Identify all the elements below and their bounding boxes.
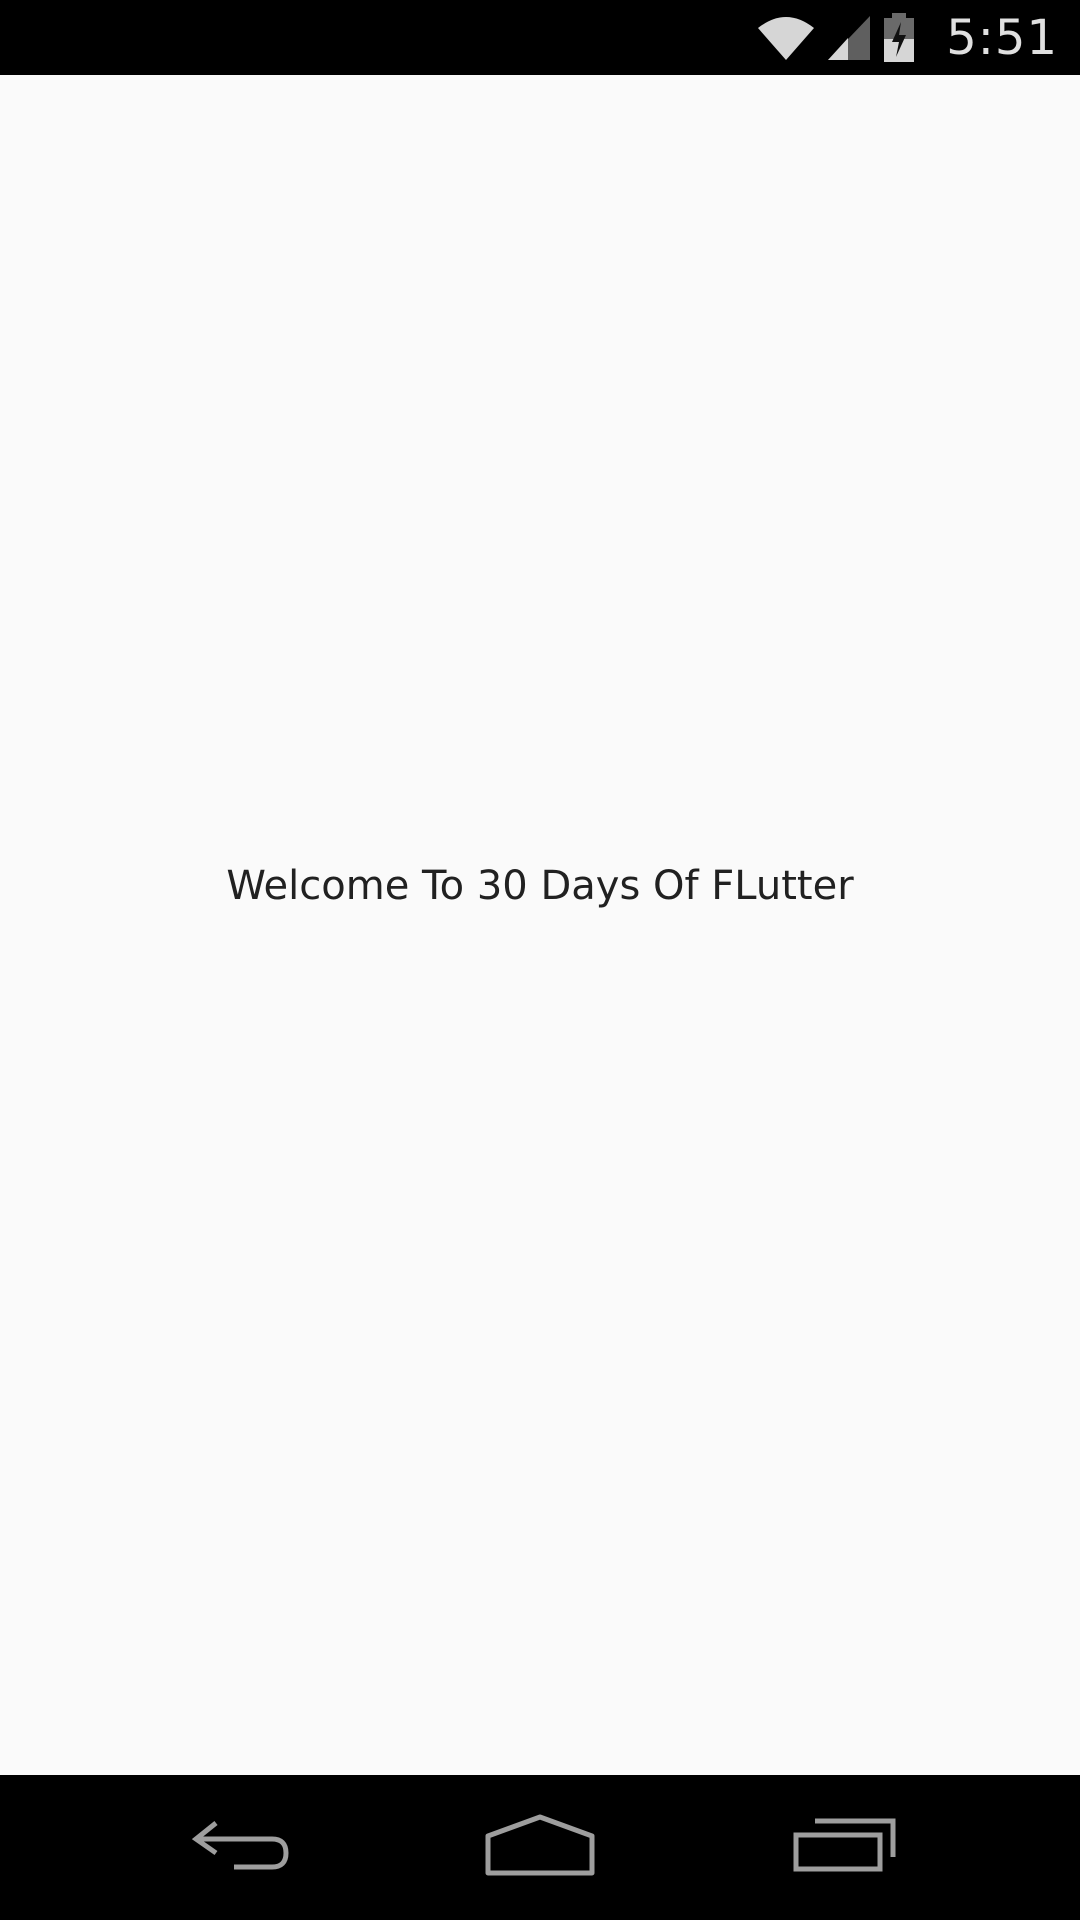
main-content: Welcome To 30 Days Of FLutter <box>0 75 1080 1775</box>
welcome-text: Welcome To 30 Days Of FLutter <box>226 863 854 909</box>
recent-apps-icon <box>793 1817 897 1878</box>
cellular-signal-icon <box>826 14 872 62</box>
status-bar: 5:51 <box>0 0 1080 75</box>
wifi-icon <box>756 14 816 62</box>
back-icon <box>188 1815 292 1880</box>
home-icon <box>485 1814 595 1881</box>
navigation-bar <box>0 1775 1080 1920</box>
back-button[interactable] <box>150 1775 330 1920</box>
battery-charging-icon <box>882 12 916 63</box>
home-button[interactable] <box>450 1775 630 1920</box>
status-icons: 5:51 <box>756 0 1058 75</box>
recent-apps-button[interactable] <box>755 1775 935 1920</box>
status-time: 5:51 <box>946 9 1058 66</box>
app-screen: 5:51 Welcome To 30 Days Of FLutter <box>0 0 1080 1920</box>
